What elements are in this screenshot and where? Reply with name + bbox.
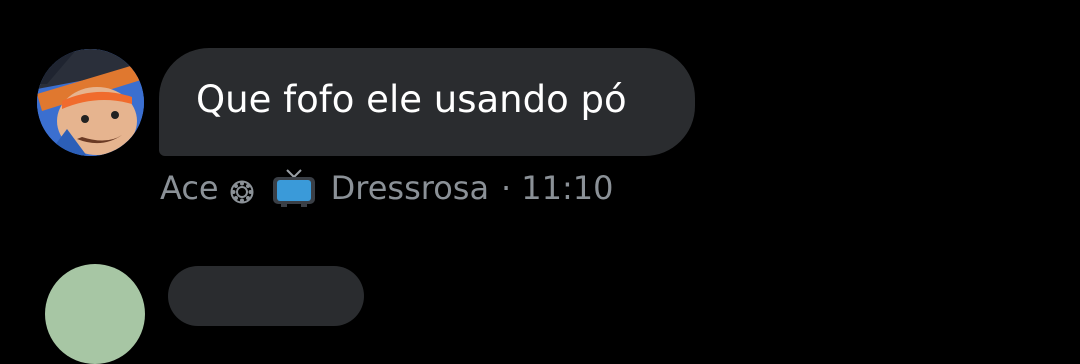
author-name[interactable]: Ace <box>160 169 219 207</box>
tv-icon <box>271 168 317 208</box>
message-meta: Ace Dressrosa · 11:10 <box>160 166 613 210</box>
location-label[interactable]: Dressrosa <box>331 169 489 207</box>
message-text: Que fofo ele usando pó <box>196 78 627 121</box>
avatar[interactable] <box>37 49 144 156</box>
next-message-avatar[interactable] <box>45 264 145 364</box>
sun-flower-icon <box>229 175 255 204</box>
avatar-image <box>37 49 144 156</box>
chat-message[interactable]: Que fofo ele usando pó Ace Dressrosa · 1… <box>0 0 1080 240</box>
separator: · <box>501 169 512 207</box>
timestamp: 11:10 <box>521 169 614 207</box>
message-bubble[interactable]: Que fofo ele usando pó <box>159 48 695 156</box>
next-message-bubble[interactable] <box>168 266 364 326</box>
